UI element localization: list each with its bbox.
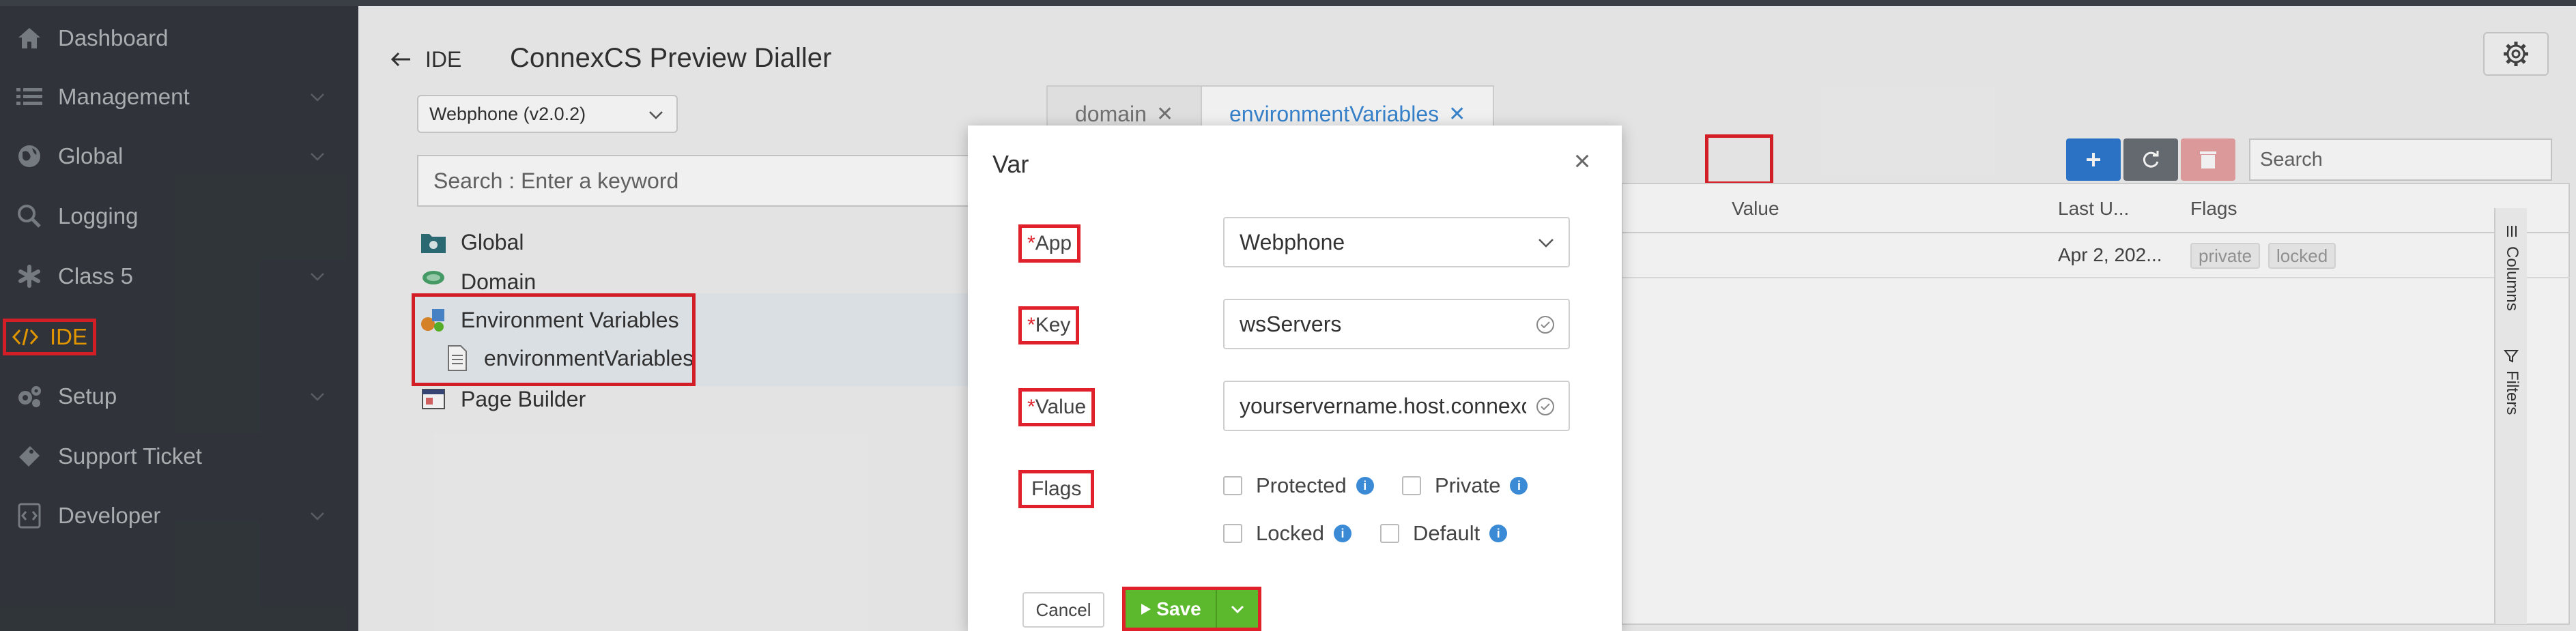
checkbox-box[interactable] (1380, 524, 1399, 543)
checkbox-box[interactable] (1223, 476, 1242, 495)
var-modal: Var × * App Webphone * Key wsServers * V… (968, 126, 1622, 631)
close-icon[interactable]: × (1567, 146, 1597, 176)
info-icon[interactable]: i (1333, 525, 1351, 542)
cancel-button[interactable]: Cancel (1022, 592, 1104, 628)
value-value: yourservername.host.connexc (1240, 393, 1526, 418)
checkbox-box[interactable] (1402, 476, 1421, 495)
check-circle-icon (1536, 316, 1554, 334)
key-label-text: Key (1035, 314, 1071, 336)
locked-checkbox[interactable]: Locked i (1223, 521, 1351, 546)
required-mark: * (1027, 396, 1035, 418)
value-field[interactable]: yourservername.host.connexc (1223, 381, 1570, 431)
key-value: wsServers (1240, 311, 1342, 336)
app-label-text: App (1035, 232, 1072, 254)
info-icon[interactable]: i (1356, 477, 1374, 495)
app-label: * App (1018, 224, 1081, 263)
value-label-text: Value (1035, 396, 1087, 418)
checkbox-label: Protected (1256, 473, 1347, 497)
flags-label: Flags (1018, 470, 1095, 508)
checkbox-label: Private (1435, 473, 1501, 497)
checkbox-box[interactable] (1223, 524, 1242, 543)
required-mark: * (1027, 232, 1035, 254)
top-strip (0, 0, 2576, 6)
value-label: * Value (1018, 388, 1096, 426)
modal-title: Var (992, 150, 1029, 178)
chevron-down-icon (1539, 239, 1554, 248)
key-field[interactable]: wsServers (1223, 299, 1570, 349)
chevron-down-icon (1231, 605, 1244, 613)
save-label: Save (1156, 598, 1201, 619)
private-checkbox[interactable]: Private i (1402, 473, 1528, 498)
checkbox-label: Default (1413, 521, 1480, 545)
save-button[interactable]: Save (1126, 590, 1216, 628)
play-icon (1141, 603, 1151, 615)
default-checkbox[interactable]: Default i (1380, 521, 1508, 546)
save-options-dropdown[interactable] (1216, 590, 1258, 628)
checkbox-label: Locked (1256, 521, 1324, 545)
protected-checkbox[interactable]: Protected i (1223, 473, 1374, 498)
save-button-group: Save (1122, 587, 1261, 631)
info-icon[interactable]: i (1510, 477, 1528, 495)
check-circle-icon (1536, 398, 1554, 415)
info-icon[interactable]: i (1489, 525, 1508, 542)
key-label: * Key (1018, 306, 1080, 344)
required-mark: * (1027, 314, 1035, 336)
app-select[interactable]: Webphone (1223, 217, 1570, 267)
app-value: Webphone (1240, 229, 1345, 254)
flags-label-text: Flags (1031, 478, 1082, 500)
